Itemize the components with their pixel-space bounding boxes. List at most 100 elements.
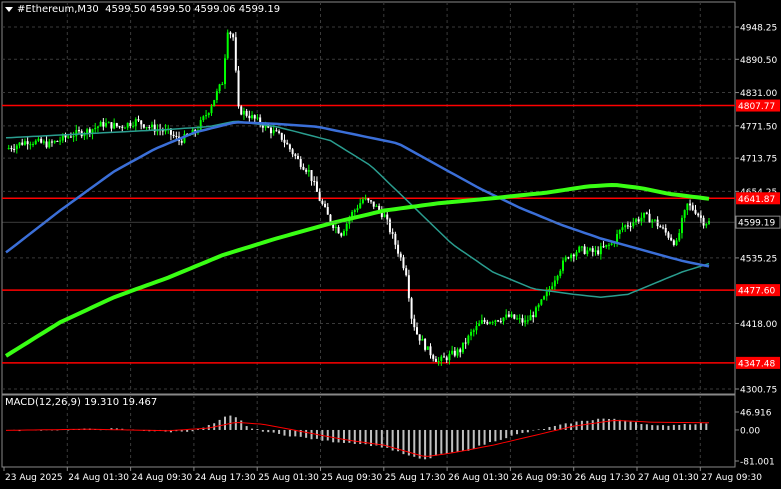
macd-hist-bar <box>375 429 378 446</box>
candle-body <box>470 331 473 336</box>
candle-body <box>232 34 235 38</box>
candle-body <box>359 203 362 209</box>
x-tick-label: 24 Aug 17:30 <box>195 473 256 483</box>
candle-body <box>467 335 470 344</box>
ohlc-values: 4599.50 4599.50 4599.06 4599.19 <box>105 4 281 15</box>
candle-body <box>429 346 432 356</box>
candle-body <box>42 141 45 143</box>
dropdown-arrow-icon[interactable] <box>5 6 13 12</box>
candle-body <box>48 141 51 148</box>
candle-body <box>291 149 294 155</box>
candle-body <box>226 32 229 59</box>
macd-hist-bar <box>640 424 643 430</box>
candle-body <box>105 123 108 127</box>
candle-body <box>526 320 529 322</box>
candle-body <box>556 275 559 281</box>
candle-body <box>656 219 659 227</box>
candle-body <box>453 350 456 356</box>
candle-body <box>459 349 462 353</box>
macd-hist-bar <box>488 429 491 443</box>
macd-hist-bar <box>478 429 481 446</box>
candle-body <box>394 233 397 245</box>
x-tick-label: 24 Aug 09:30 <box>132 473 193 483</box>
macd-hist-bar <box>678 424 681 430</box>
candle-body <box>180 141 183 143</box>
candle-body <box>680 217 683 234</box>
macd-hist-bar <box>218 419 221 430</box>
candle-body <box>583 246 586 254</box>
candle-body <box>99 121 102 127</box>
candle-body <box>137 119 140 121</box>
macd-hist-bar <box>694 424 697 430</box>
candle-body <box>269 127 272 134</box>
candle-body <box>589 248 592 251</box>
candle-body <box>234 37 237 71</box>
candle-body <box>621 227 624 230</box>
candle-body <box>505 314 508 318</box>
candle-body <box>513 314 516 319</box>
macd-hist-bar <box>499 429 502 440</box>
candle-body <box>602 246 605 248</box>
macd-hist-bar <box>386 429 389 448</box>
candle-body <box>286 142 289 145</box>
macd-hist-bar <box>483 429 486 445</box>
candle-body <box>18 142 21 146</box>
x-tick-label: 24 Aug 01:30 <box>68 473 129 483</box>
candle-body <box>597 250 600 255</box>
candle-body <box>324 203 327 208</box>
candle-body <box>456 349 459 356</box>
candle-body <box>678 233 681 241</box>
candle-body <box>207 113 210 116</box>
candle-body <box>567 257 570 259</box>
candle-body <box>283 139 286 143</box>
candle-body <box>7 148 10 150</box>
candle-body <box>664 227 667 233</box>
candle-body <box>202 116 205 121</box>
candle-body <box>545 291 548 297</box>
macd-hist-bar <box>283 429 286 436</box>
candle-body <box>488 322 491 324</box>
candle-body <box>134 119 137 126</box>
candle-body <box>499 321 502 323</box>
candle-body <box>10 148 13 150</box>
candle-body <box>629 226 632 228</box>
x-tick-label: 25 Aug 17:30 <box>385 473 446 483</box>
sr-level-label: 4347.48 <box>738 359 775 369</box>
macd-hist-bar <box>186 429 189 432</box>
current-price-label: 4599.19 <box>738 219 775 229</box>
candle-body <box>372 201 375 207</box>
macd-hist-bar <box>429 429 432 459</box>
macd-hist-bar <box>624 420 627 430</box>
macd-hist-bar <box>602 418 605 430</box>
candle-body <box>397 244 400 254</box>
sr-level-label: 4477.60 <box>738 287 775 297</box>
x-tick-label: 26 Aug 17:30 <box>575 473 636 483</box>
candle-body <box>694 209 697 214</box>
candle-body <box>472 330 475 332</box>
candle-body <box>532 315 535 318</box>
macd-hist-bar <box>699 422 702 430</box>
candle-body <box>145 127 148 129</box>
macd-hist-bar <box>278 429 281 434</box>
y-tick-label: 4948.25 <box>740 24 777 34</box>
candle-body <box>56 140 59 142</box>
x-tick-label: 25 Aug 09:30 <box>322 473 383 483</box>
candle-body <box>61 135 64 141</box>
candle-body <box>559 270 562 276</box>
candle-body <box>424 339 427 350</box>
candle-body <box>13 148 16 150</box>
candle-body <box>307 170 310 172</box>
candle-body <box>540 299 543 305</box>
macd-hist-bar <box>683 423 686 430</box>
macd-hist-bar <box>288 429 291 437</box>
candle-body <box>607 244 610 246</box>
macd-hist-bar <box>634 422 637 430</box>
candle-body <box>148 127 151 129</box>
candle-body <box>161 130 164 132</box>
macd-hist-bar <box>553 425 556 430</box>
candle-body <box>107 122 110 124</box>
x-tick-label: 26 Aug 01:30 <box>448 473 509 483</box>
candle-body <box>415 327 418 335</box>
candle-body <box>67 136 70 138</box>
candle-body <box>402 257 405 269</box>
